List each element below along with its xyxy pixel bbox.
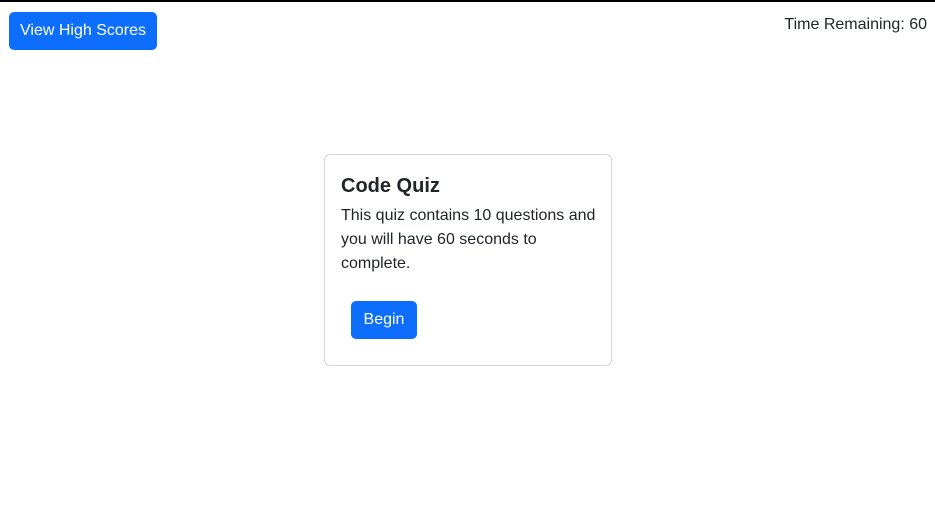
card-title: Code Quiz (341, 175, 440, 197)
quiz-intro-card: Code Quiz This quiz contains 10 question… (324, 154, 612, 366)
begin-button[interactable]: Begin (351, 301, 417, 339)
top-border (0, 0, 935, 2)
card-description: This quiz contains 10 questions and you … (341, 207, 596, 272)
view-high-scores-button[interactable]: View High Scores (9, 12, 157, 50)
time-remaining-label: Time Remaining: 60 (784, 16, 927, 33)
